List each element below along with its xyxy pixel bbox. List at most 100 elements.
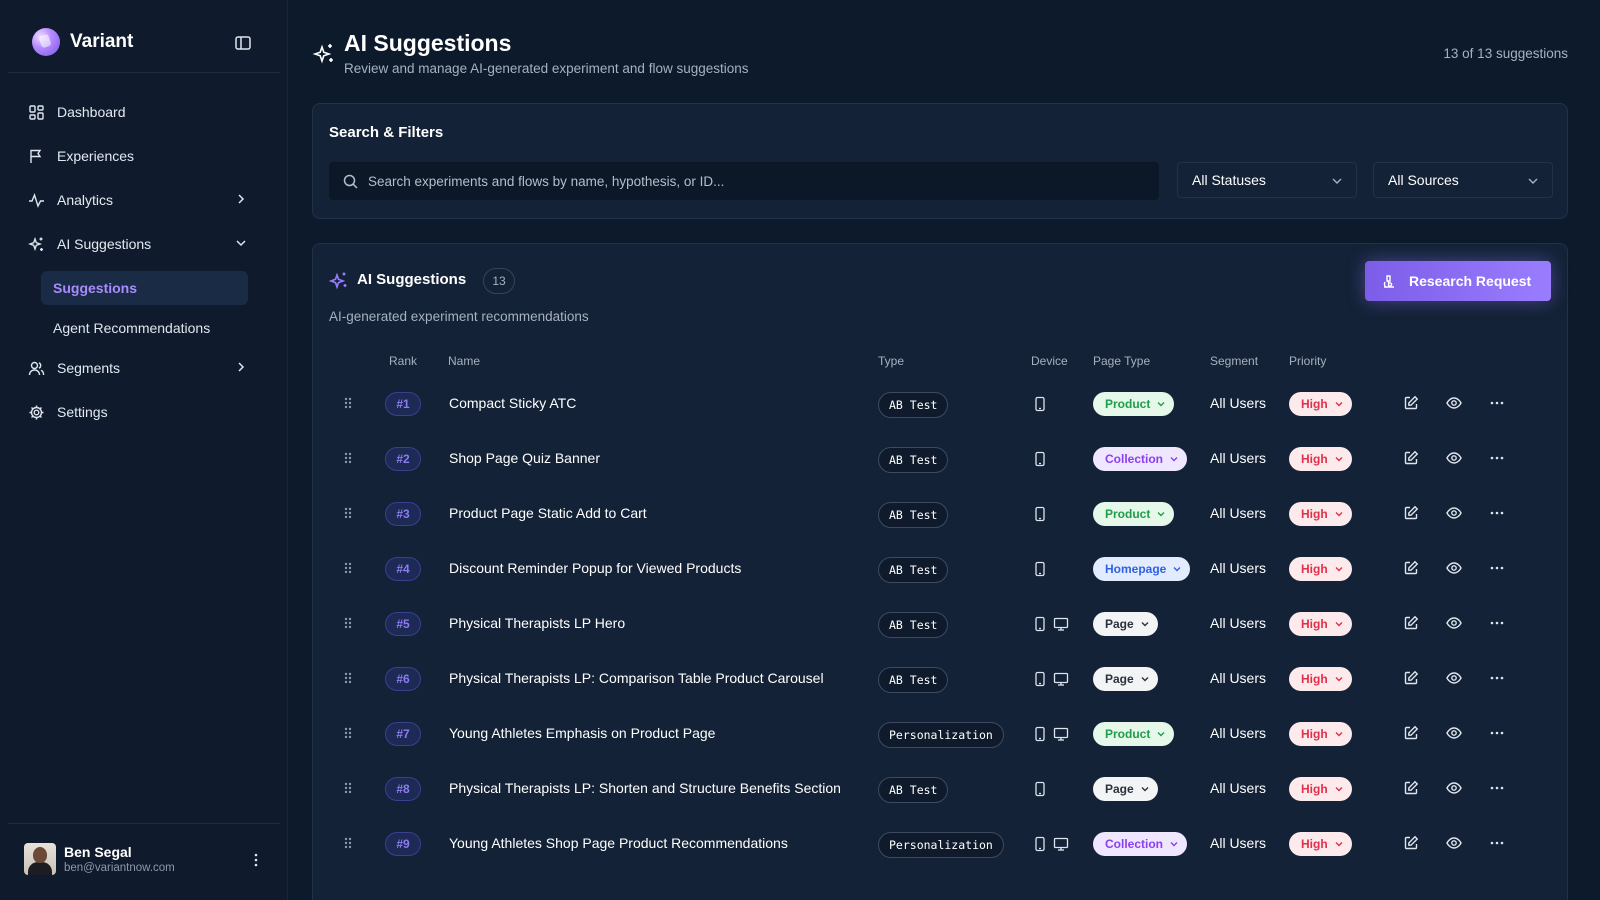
edit-icon[interactable] [1403, 395, 1419, 411]
more-horizontal-icon[interactable] [1489, 395, 1505, 411]
column-header-name[interactable]: Name [448, 354, 480, 368]
sidebar-item-segments[interactable]: Segments [16, 351, 264, 385]
edit-icon[interactable] [1403, 725, 1419, 741]
edit-icon[interactable] [1403, 835, 1419, 851]
suggestion-name[interactable]: Young Athletes Shop Page Product Recomme… [449, 835, 788, 851]
sidebar-subitem-agent-recommendations[interactable]: Agent Recommendations [41, 311, 248, 345]
more-horizontal-icon[interactable] [1489, 780, 1505, 796]
table-row[interactable]: #5 Physical Therapists LP Hero AB Test Page… [313, 595, 1569, 651]
priority-select[interactable]: High [1289, 557, 1352, 581]
drag-handle-icon[interactable] [341, 506, 355, 520]
sidebar-item-settings[interactable]: Settings [16, 395, 264, 429]
page-type-select[interactable]: Collection [1093, 447, 1188, 471]
column-header-device[interactable]: Device [1031, 354, 1068, 368]
table-row[interactable]: #9 Young Athletes Shop Page Product Recom… [313, 815, 1569, 871]
more-vertical-icon[interactable] [248, 852, 264, 868]
drag-handle-icon[interactable] [341, 561, 355, 575]
drag-handle-icon[interactable] [341, 836, 355, 850]
more-horizontal-icon[interactable] [1489, 615, 1505, 631]
table-row[interactable]: #3 Product Page Static Add to Cart AB Test… [313, 485, 1569, 541]
page-type-select[interactable]: Collection [1093, 832, 1188, 856]
device-icons [1033, 396, 1047, 412]
sidebar-toggle-icon[interactable] [234, 34, 252, 52]
edit-icon[interactable] [1403, 615, 1419, 631]
eye-icon[interactable] [1446, 780, 1462, 796]
column-header-rank[interactable]: Rank [389, 354, 417, 368]
suggestion-name[interactable]: Young Athletes Emphasis on Product Page [449, 725, 715, 741]
suggestion-name[interactable]: Shop Page Quiz Banner [449, 450, 600, 466]
page-type-select[interactable]: Page [1093, 667, 1158, 691]
sparkles-icon [329, 272, 347, 290]
table-row[interactable]: #7 Young Athletes Emphasis on Product Pag… [313, 705, 1569, 761]
suggestion-name[interactable]: Physical Therapists LP Hero [449, 615, 625, 631]
user-profile[interactable]: Ben Segal ben@variantnow.com [24, 843, 175, 875]
brand[interactable]: Variant [32, 28, 133, 56]
table-row[interactable]: #8 Physical Therapists LP: Shorten and St… [313, 760, 1569, 816]
column-header-type[interactable]: Type [878, 354, 904, 368]
priority-select[interactable]: High [1289, 667, 1352, 691]
table-row[interactable]: #2 Shop Page Quiz Banner AB Test Collection… [313, 430, 1569, 486]
priority-select[interactable]: High [1289, 777, 1352, 801]
eye-icon[interactable] [1446, 450, 1462, 466]
drag-handle-icon[interactable] [341, 451, 355, 465]
suggestion-name[interactable]: Compact Sticky ATC [449, 395, 576, 411]
eye-icon[interactable] [1446, 560, 1462, 576]
priority-select[interactable]: High [1289, 722, 1352, 746]
eye-icon[interactable] [1446, 725, 1462, 741]
more-horizontal-icon[interactable] [1489, 670, 1505, 686]
more-horizontal-icon[interactable] [1489, 450, 1505, 466]
priority-label: High [1301, 507, 1328, 521]
priority-select[interactable]: High [1289, 832, 1352, 856]
eye-icon[interactable] [1446, 505, 1462, 521]
drag-handle-icon[interactable] [341, 616, 355, 630]
suggestion-name[interactable]: Product Page Static Add to Cart [449, 505, 647, 521]
drag-handle-icon[interactable] [341, 671, 355, 685]
column-header-page-type[interactable]: Page Type [1093, 354, 1150, 368]
priority-select[interactable]: High [1289, 612, 1352, 636]
eye-icon[interactable] [1446, 670, 1462, 686]
page-type-select[interactable]: Product [1093, 502, 1175, 526]
priority-select[interactable]: High [1289, 502, 1352, 526]
more-horizontal-icon[interactable] [1489, 835, 1505, 851]
suggestion-name[interactable]: Physical Therapists LP: Comparison Table… [449, 670, 824, 686]
edit-icon[interactable] [1403, 505, 1419, 521]
page-type-select[interactable]: Page [1093, 612, 1158, 636]
edit-icon[interactable] [1403, 560, 1419, 576]
drag-handle-icon[interactable] [341, 726, 355, 740]
table-row[interactable]: #4 Discount Reminder Popup for Viewed Pro… [313, 540, 1569, 596]
status-select[interactable]: All Statuses [1177, 162, 1357, 198]
edit-icon[interactable] [1403, 780, 1419, 796]
more-horizontal-icon[interactable] [1489, 505, 1505, 521]
page-type-select[interactable]: Product [1093, 392, 1175, 416]
more-horizontal-icon[interactable] [1489, 725, 1505, 741]
drag-handle-icon[interactable] [341, 396, 355, 410]
eye-icon[interactable] [1446, 395, 1462, 411]
more-horizontal-icon[interactable] [1489, 560, 1505, 576]
search-input[interactable] [368, 173, 1128, 189]
sidebar-item-ai-suggestions[interactable]: AI Suggestions [16, 227, 264, 261]
page-type-select[interactable]: Homepage [1093, 557, 1191, 581]
table-row[interactable]: #1 Compact Sticky ATC AB Test Product All Us… [313, 375, 1569, 431]
table-row[interactable]: #6 Physical Therapists LP: Comparison Tab… [313, 650, 1569, 706]
page-type-select[interactable]: Product [1093, 722, 1175, 746]
eye-icon[interactable] [1446, 615, 1462, 631]
eye-icon[interactable] [1446, 835, 1462, 851]
suggestion-name[interactable]: Physical Therapists LP: Shorten and Stru… [449, 780, 841, 796]
drag-handle-icon[interactable] [341, 781, 355, 795]
column-header-segment[interactable]: Segment [1210, 354, 1258, 368]
rank-badge: #1 [385, 392, 421, 416]
sidebar-item-analytics[interactable]: Analytics [16, 183, 264, 217]
page-type-select[interactable]: Page [1093, 777, 1158, 801]
research-request-button[interactable]: Research Request [1365, 261, 1551, 301]
sidebar-item-dashboard[interactable]: Dashboard [16, 95, 264, 129]
sidebar-subitem-suggestions[interactable]: Suggestions [41, 271, 248, 305]
sidebar-item-experiences[interactable]: Experiences [16, 139, 264, 173]
suggestion-name[interactable]: Discount Reminder Popup for Viewed Produ… [449, 560, 741, 576]
source-select[interactable]: All Sources [1373, 162, 1553, 198]
edit-icon[interactable] [1403, 450, 1419, 466]
priority-select[interactable]: High [1289, 392, 1352, 416]
column-header-priority[interactable]: Priority [1289, 354, 1326, 368]
priority-select[interactable]: High [1289, 447, 1352, 471]
edit-icon[interactable] [1403, 670, 1419, 686]
sidebar-item-label: Settings [57, 404, 108, 420]
